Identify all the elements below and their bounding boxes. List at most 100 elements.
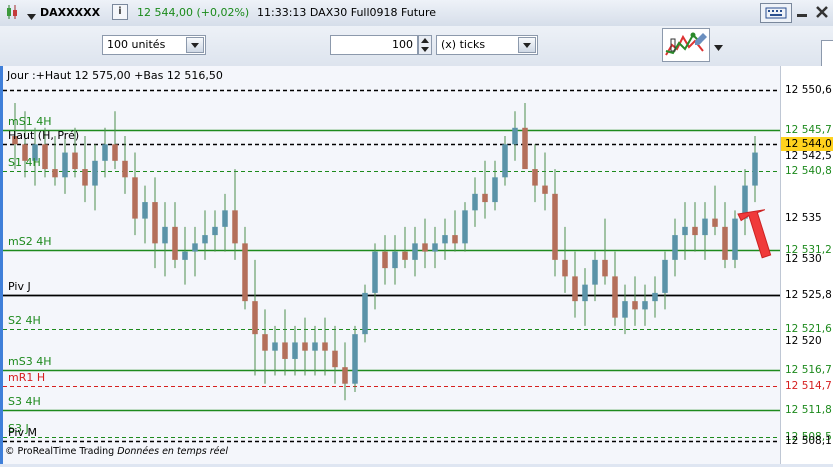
candle-body (142, 202, 148, 219)
candle-body (652, 292, 658, 302)
ticks-unit-select[interactable]: (x) ticks (436, 35, 538, 55)
units-select[interactable]: 100 unités (102, 35, 206, 55)
price-axis[interactable]: 12 544,0 12 545,7 12 540,8 12 531,2 12 525,8… (780, 66, 833, 464)
candle-body (42, 144, 48, 170)
candle-body (202, 235, 208, 244)
axis-level-label: 12 521,6 (785, 323, 832, 336)
candle-body (422, 243, 428, 252)
price-chart[interactable]: Jour :+Haut 12 575,00 +Bas 12 516,50 Hau… (0, 66, 780, 464)
candle-body (632, 301, 638, 310)
candle-body (282, 342, 288, 359)
chart-menu-dropdown-icon[interactable] (714, 41, 723, 54)
candle-body (182, 251, 188, 260)
candle-body (222, 210, 228, 227)
instrument-name[interactable]: DAXXXXX (40, 6, 100, 19)
axis-level-label: 12 545,7 (785, 124, 832, 137)
level-label: Piv J (8, 279, 31, 293)
minimize-icon[interactable] (795, 3, 809, 21)
time-instrument: 11:33:13 DAX30 Full0918 Future (257, 6, 437, 19)
price-change: 12 544,00 (+0,02%) (137, 6, 250, 19)
candle-body (522, 127, 528, 170)
candle-body (212, 226, 218, 236)
chart-type-button[interactable] (662, 28, 710, 62)
candle-body (512, 127, 518, 145)
axis-level-label: 12 514,7 (785, 380, 832, 393)
units-value: 100 unités (107, 38, 166, 51)
candle-body (302, 342, 308, 351)
candle-body (132, 177, 138, 219)
axis-tick-label: 12 542,5 (785, 149, 832, 162)
level-label: Piv M (8, 425, 37, 439)
level-label: mS1 4H (8, 115, 52, 129)
ticks-value: 100 (392, 38, 413, 51)
info-icon[interactable]: i (112, 4, 128, 20)
candle-body (242, 243, 248, 302)
candle-body (602, 259, 608, 277)
candle-body (692, 226, 698, 236)
axis-tick-label: 12 530 (785, 252, 822, 265)
candle-body (352, 334, 358, 384)
candle-body (272, 342, 278, 351)
candle-body (122, 160, 128, 178)
close-icon[interactable] (814, 3, 830, 21)
candle-body (112, 144, 118, 161)
candle-body (252, 301, 258, 335)
axis-level-label: 12 550,6 (785, 83, 832, 96)
axis-level-label: 12 540,8 (785, 164, 832, 177)
candle-body (192, 243, 198, 252)
candle-body (62, 152, 68, 178)
chart-settings-icon (665, 32, 707, 56)
candle-body (532, 169, 538, 186)
candle-body (332, 350, 338, 368)
candle-body (502, 144, 508, 178)
axis-tick-label: 12 535 (785, 211, 822, 224)
candle-body (482, 193, 488, 203)
level-label: S2 4H (8, 314, 41, 328)
ticks-input[interactable]: 100 (330, 35, 418, 55)
candle-body (92, 160, 98, 186)
candle-body (342, 367, 348, 384)
order-toolbar: 100 unités 100 (x) ticks (0, 26, 833, 66)
candle-body (232, 210, 238, 244)
keyboard-icon[interactable] (760, 3, 792, 23)
candle-body (592, 259, 598, 285)
axis-level-label: 12 516,7 (785, 363, 832, 376)
ticks-stepper[interactable] (418, 35, 432, 55)
candle-body (72, 152, 78, 170)
axis-level-label: 12 511,8 (785, 404, 832, 417)
candle-body (82, 169, 88, 186)
chart-info-line: Jour :+Haut 12 575,00 +Bas 12 516,50 (7, 69, 223, 82)
candle-body (702, 218, 708, 236)
candle-body (362, 292, 368, 335)
candle-body (722, 226, 728, 260)
candle-body (712, 218, 718, 227)
level-label: S1 4H (8, 155, 41, 169)
level-label: mS2 4H (8, 234, 52, 248)
candle-body (102, 144, 108, 161)
candle-body (382, 251, 388, 269)
candle-body (372, 251, 378, 293)
candle-body (452, 235, 458, 244)
candle-body (172, 226, 178, 260)
axis-tick-label: 12 520 (785, 335, 822, 348)
stepper-arrows-icon[interactable] (419, 36, 431, 54)
candle-body (152, 202, 158, 244)
candle-body (582, 284, 588, 302)
instrument-dropdown-icon[interactable] (27, 10, 36, 23)
chevron-down-icon[interactable] (518, 37, 536, 53)
candle-body (492, 177, 498, 203)
candlestick-chart (3, 89, 780, 443)
candle-body (312, 342, 318, 351)
axis-level-label: 12 508,1 (785, 434, 832, 447)
candle-body (552, 193, 558, 260)
candle-body (162, 226, 168, 244)
level-label: S3 4H (8, 395, 41, 409)
chevron-down-icon[interactable] (186, 37, 204, 53)
candle-body (752, 152, 758, 186)
candle-body (472, 193, 478, 211)
candle-body (672, 235, 678, 260)
title-bar: DAXXXXX i 12 544,00 (+0,02%) 11:33:13 DA… (0, 0, 833, 27)
candle-body (662, 259, 668, 293)
candlestick-icon[interactable] (5, 4, 19, 23)
candle-body (622, 301, 628, 318)
